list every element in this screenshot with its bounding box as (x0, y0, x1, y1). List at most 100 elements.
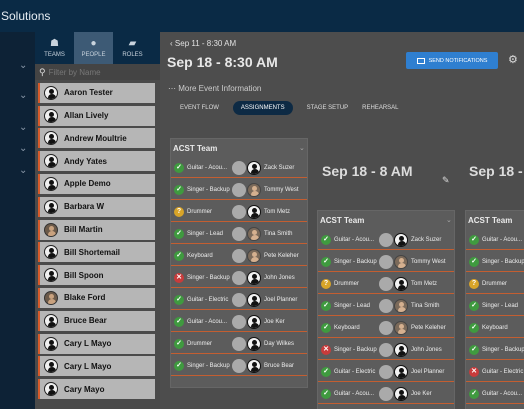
list-item[interactable]: Bruce Bear (38, 310, 155, 331)
instrument-icon (379, 277, 393, 291)
check-icon: ✓ (469, 345, 479, 355)
pencil-icon[interactable]: ✎ (442, 175, 450, 186)
assignment-slot[interactable]: ✓ Keyboard (466, 319, 524, 338)
list-item[interactable]: Bill Spoon (38, 265, 155, 286)
assignment-slot[interactable]: ? Drummer Tom Metz (318, 275, 454, 294)
chevron-down-icon[interactable]: ⌄ (19, 91, 29, 101)
assignment-slot[interactable]: ✓ Keyboard Pete Keleher (171, 247, 307, 266)
assignee-name: Pete Keleher (264, 253, 299, 259)
role-label: Keyboard (334, 325, 360, 331)
column-heading: Sep 18 - (469, 163, 523, 179)
assignment-slot[interactable]: ✓ Singer - Backup (466, 253, 524, 272)
breadcrumb[interactable]: ‹ Sep 11 - 8:30 AM (170, 39, 236, 48)
tab-people[interactable]: ● PEOPLE (74, 32, 113, 64)
assignee-name: John Jones (411, 347, 442, 353)
tab-label: TEAMS (44, 51, 65, 58)
avatar (394, 299, 408, 313)
tab-rehearsal[interactable]: REHEARSAL (362, 101, 398, 115)
list-item[interactable]: Bill Shortemail (38, 242, 155, 263)
assignment-slot[interactable]: ✓ Guitar - Acou... (466, 231, 524, 250)
role-label: Guitar - Electric (334, 369, 376, 375)
list-item[interactable]: Aaron Tester (38, 82, 155, 103)
assignment-slot[interactable]: ✓ Drummer Day Wilkes (171, 335, 307, 354)
assignment-slot[interactable]: ✓ Guitar - Acou... Zack Suzer (171, 159, 307, 178)
chevron-down-icon[interactable]: ⌄ (19, 123, 29, 133)
assignment-slot[interactable]: ✓ Singer - Backup Bruce Bear (171, 357, 307, 376)
chevron-down-icon[interactable]: ⌄ (19, 166, 29, 176)
instrument-icon (232, 161, 246, 175)
tab-roles[interactable]: ▰ ROLES (113, 32, 152, 64)
tab-teams[interactable]: ☗ TEAMS (35, 32, 74, 64)
avatar (44, 359, 58, 374)
send-notifications-button[interactable]: SEND NOTIFICATIONS (406, 52, 498, 69)
assignment-slot[interactable]: ✓ Singer - Lead Tina Smith (318, 297, 454, 316)
check-icon: ✓ (174, 317, 184, 327)
assignment-slot[interactable]: ✓ Singer - Backup (466, 341, 524, 360)
list-item[interactable]: Apple Demo (38, 173, 155, 194)
avatar (44, 336, 58, 351)
list-item[interactable]: Bill Martin (38, 219, 155, 240)
assignment-slot[interactable]: ✕ Singer - Backup John Jones (171, 269, 307, 288)
list-item[interactable]: Blake Ford (38, 287, 155, 308)
assignee-name: Tom Metz (264, 209, 291, 215)
role-label: Guitar - Acou... (482, 237, 523, 243)
person-name: Cary L Mayo (64, 339, 112, 349)
assignment-slot[interactable]: ✕ Guitar - Electric (466, 363, 524, 382)
role-label: Guitar - Acou... (334, 237, 375, 243)
assignment-slot[interactable]: ✓ Guitar - Acou... Zack Suzer (318, 231, 454, 250)
avatar (394, 233, 408, 247)
assignment-slot[interactable]: ✓ Singer - Lead Tina Smith (171, 225, 307, 244)
assignment-slot[interactable]: ✕ Singer - Backup John Jones (318, 341, 454, 360)
list-item[interactable]: Cary Mayo (38, 379, 155, 400)
check-icon: ✓ (321, 257, 331, 267)
chevron-down-icon[interactable]: ⌄ (19, 61, 29, 71)
avatar (247, 249, 261, 263)
assignment-slot[interactable]: ✓ Singer - Lead (466, 297, 524, 316)
list-item[interactable]: Andrew Moultrie (38, 128, 155, 149)
team-card: ACST Team ⌄ ✓ Guitar - Acou... Zack Suzer ✓… (170, 138, 308, 388)
role-label: Guitar - Acou... (187, 165, 228, 171)
assignment-slot[interactable]: ✓ Keyboard Pete Keleher (318, 319, 454, 338)
assignee-name: John Jones (264, 275, 295, 281)
assignment-slot[interactable]: ✓ Singer - Backup Tommy West (171, 181, 307, 200)
assignment-slot[interactable]: ✓ Guitar - Acou... (466, 385, 524, 404)
check-icon: ✓ (469, 323, 479, 333)
search-icon: ⚲ (39, 66, 46, 77)
assignment-slot[interactable]: ✓ Guitar - Electric Joel Planner (171, 291, 307, 310)
event-subtabs: EVENT FLOW ASSIGNMENTS STAGE SETUP REHEA… (180, 101, 413, 115)
assignment-slot[interactable]: ? Drummer (466, 275, 524, 294)
person-name: Cary Mayo (64, 384, 105, 394)
chevron-down-icon[interactable]: ⌄ (446, 216, 452, 224)
list-item[interactable]: Cary L Mayo (38, 333, 155, 354)
assignment-slot[interactable]: ✓ Guitar - Acou... Joe Ker (318, 385, 454, 404)
assignment-slot[interactable]: ? Drummer Tom Metz (171, 203, 307, 222)
chevron-down-icon[interactable]: ⌄ (299, 144, 305, 152)
team-title: ACST Team (468, 216, 513, 225)
person-name: Andy Yates (64, 156, 107, 166)
list-item[interactable]: Andy Yates (38, 151, 155, 172)
assignment-slot[interactable]: ✓ Guitar - Electric Joel Planner (318, 363, 454, 382)
person-name: Apple Demo (64, 179, 111, 189)
chevron-down-icon[interactable]: ⌄ (19, 144, 29, 154)
tab-stage-setup[interactable]: STAGE SETUP (307, 101, 349, 115)
gear-icon[interactable]: ⚙ (508, 53, 518, 66)
list-item[interactable]: Allan Lively (38, 105, 155, 126)
sidebar-tabs: ☗ TEAMS ● PEOPLE ▰ ROLES (35, 32, 160, 64)
assignment-slot[interactable]: ✓ Guitar - Acou... Joe Ker (171, 313, 307, 332)
assignee-name: Tom Metz (411, 281, 438, 287)
instrument-icon (232, 293, 246, 307)
assignee-name: Joe Ker (264, 319, 285, 325)
tab-assignments[interactable]: ASSIGNMENTS (232, 101, 293, 115)
decline-icon: ✕ (174, 273, 184, 283)
team-icon: ☗ (50, 37, 59, 49)
assignment-slot[interactable]: ✓ Singer - Backup Tommy West (318, 253, 454, 272)
page-title: Sep 18 - 8:30 AM (167, 54, 278, 70)
more-info-link[interactable]: ⋯ More Event Information (168, 84, 261, 93)
list-item[interactable]: Cary L Mayo (38, 356, 155, 377)
role-label: Drummer (187, 341, 212, 347)
role-label: Drummer (334, 281, 359, 287)
list-item[interactable]: Barbara W (38, 196, 155, 217)
instrument-icon (232, 249, 246, 263)
filter-input[interactable]: ⚲ Filter by Name (35, 64, 160, 80)
tab-event-flow[interactable]: EVENT FLOW (180, 101, 219, 115)
